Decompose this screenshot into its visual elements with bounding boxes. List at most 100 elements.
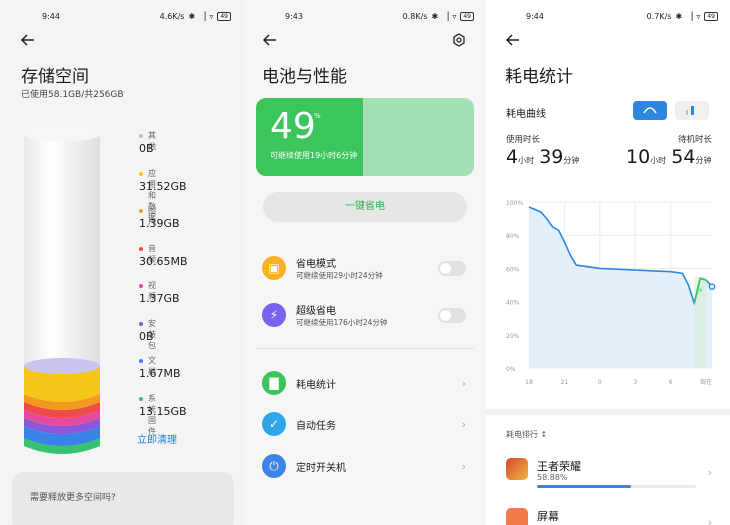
- category-size: 1.67MB: [139, 367, 181, 380]
- category-color-dot: [139, 359, 143, 363]
- x-tick-label: 3: [633, 379, 637, 386]
- wave-icon: [643, 107, 657, 114]
- back-arrow-icon[interactable]: [505, 32, 521, 48]
- free-space-prompt: 需要释放更多空间吗?: [30, 493, 116, 503]
- status-time: 9:44: [526, 12, 544, 21]
- hours-unit: 小时: [650, 156, 667, 165]
- app-row-screen[interactable]: 屏幕 ›: [506, 508, 716, 525]
- hours-unit: 小时: [518, 156, 535, 165]
- screen-icon: [506, 508, 528, 525]
- app-power-percent: 58.88%: [537, 473, 568, 482]
- hours-value: 10: [626, 146, 651, 168]
- battery-indicator: 49: [217, 12, 231, 21]
- x-tick-label: 6: [669, 379, 673, 386]
- lightning-icon: ⚡: [262, 303, 286, 327]
- power-icon: ⏻: [262, 454, 286, 478]
- section-divider: [256, 348, 474, 349]
- signal-icon: ▕: [199, 12, 206, 21]
- ultra-power-saving-toggle[interactable]: [438, 308, 466, 323]
- page-title: 电池与性能: [262, 67, 347, 87]
- wifi-icon: ▿: [696, 12, 701, 21]
- status-bar: 9:43 0.8K/s ✱ ▕ ▿ 49: [243, 10, 486, 24]
- bluetooth-icon: ✱: [431, 12, 439, 21]
- bar-view-toggle[interactable]: [675, 101, 709, 120]
- chevron-right-icon: ›: [461, 418, 466, 431]
- section-separator: [486, 409, 730, 415]
- power-saving-toggle[interactable]: [438, 261, 466, 276]
- network-speed: 0.7K/s: [646, 12, 672, 21]
- page-title: 存储空间: [21, 67, 89, 87]
- app-row-honor-of-kings[interactable]: 王者荣耀 58.88% ›: [506, 458, 716, 498]
- free-space-card[interactable]: 需要释放更多空间吗?: [12, 472, 234, 525]
- standby-duration: 10小时 54分钟: [626, 146, 711, 168]
- curve-label: 耗电曲线: [506, 109, 546, 120]
- menu-item-label: 耗电统计: [296, 380, 336, 391]
- bar-icon: [686, 106, 694, 115]
- status-time: 9:43: [285, 12, 303, 21]
- signal-icon: ▕: [686, 12, 693, 21]
- y-tick-label: 20%: [506, 333, 520, 340]
- chevron-right-icon: ›: [461, 377, 466, 390]
- battery-level-chart: 100% 80% 60% 40% 20% 0% 18 21 0 3 6 现在 ⚡: [506, 200, 716, 386]
- minutes-value: 54: [671, 146, 696, 168]
- power-rank-header[interactable]: 耗电排行 ↕: [506, 429, 547, 440]
- minutes-unit: 分钟: [695, 156, 712, 165]
- category-size: 0B: [139, 329, 154, 343]
- status-bar: 9:44 4.6K/s ✱ ▕ ▿ 49: [0, 10, 243, 24]
- menu-item-power-stats[interactable]: ▇ 耗电统计 ›: [256, 365, 474, 401]
- current-level-point: [708, 283, 716, 290]
- menu-item-label: 定时开关机: [296, 463, 346, 474]
- chevron-right-icon: ›: [707, 516, 712, 525]
- y-tick-label: 40%: [506, 300, 520, 307]
- menu-item-scheduled-power[interactable]: ⏻ 定时开关机 ›: [256, 448, 474, 484]
- x-tick-label: 0: [598, 379, 602, 386]
- page-title: 耗电统计: [505, 67, 573, 87]
- battery-remaining-time: 可继续使用19小时6分钟: [270, 151, 358, 160]
- status-bar: 9:44 0.7K/s ✱ ▕ ▿ 49: [486, 10, 730, 24]
- category-size: 13.15GB: [139, 404, 187, 418]
- app-power-bar-fill: [537, 485, 631, 488]
- battery-area-fill: [529, 206, 712, 368]
- wifi-icon: ▿: [209, 12, 214, 21]
- category-color-dot: [139, 396, 143, 401]
- minutes-value: 39: [539, 146, 564, 168]
- category-color-dot: [139, 246, 143, 251]
- power-saving-mode-subtitle: 可继续使用29小时24分钟: [296, 271, 383, 280]
- signal-icon: ▕: [442, 12, 449, 21]
- settings-gear-icon[interactable]: [452, 33, 466, 47]
- network-speed: 0.8K/s: [402, 12, 428, 21]
- hours-value: 4: [506, 146, 519, 168]
- minutes-unit: 分钟: [563, 156, 580, 165]
- power-saving-mode-row[interactable]: ▣ 省电模式 可继续使用29小时24分钟: [256, 250, 474, 286]
- category-size: 0B: [139, 142, 154, 155]
- app-name: 王者荣耀: [537, 460, 581, 473]
- ultra-power-saving-row[interactable]: ⚡ 超级省电 可继续使用176小时24分钟: [256, 297, 474, 333]
- battery-level-card[interactable]: 49 % 可继续使用19小时6分钟: [256, 98, 474, 176]
- app-name: 屏幕: [537, 510, 559, 523]
- standby-label: 待机时长: [678, 135, 713, 145]
- category-size: 1.37GB: [139, 292, 180, 305]
- x-tick-label: 21: [561, 379, 569, 386]
- clean-now-link[interactable]: 立即清理: [137, 431, 177, 446]
- bar-chart-icon: ▇: [262, 371, 286, 395]
- category-color-dot: [139, 171, 143, 176]
- back-arrow-icon[interactable]: [262, 32, 278, 48]
- battery-saver-icon: ▣: [262, 256, 286, 280]
- power-rank-label: 耗电排行: [506, 430, 538, 439]
- sort-chevron-icon: ↕: [540, 430, 548, 439]
- screen-on-label: 使用时长: [506, 135, 541, 145]
- network-speed: 4.6K/s: [159, 12, 185, 21]
- back-arrow-icon[interactable]: [20, 32, 36, 48]
- category-color-dot: [139, 284, 143, 288]
- x-tick-label: 现在: [700, 378, 712, 386]
- y-tick-label: 80%: [506, 233, 520, 240]
- task-clipboard-icon: ✓: [262, 412, 286, 436]
- power-saving-mode-title: 省电模式: [296, 259, 336, 270]
- chevron-right-icon: ›: [707, 466, 712, 479]
- app-power-bar: [537, 485, 696, 488]
- y-tick-label: 0%: [506, 366, 516, 373]
- menu-item-auto-tasks[interactable]: ✓ 自动任务 ›: [256, 406, 474, 442]
- percent-sign: %: [314, 112, 321, 120]
- curve-view-toggle[interactable]: [633, 101, 667, 120]
- one-tap-save-button[interactable]: 一键省电: [263, 192, 467, 222]
